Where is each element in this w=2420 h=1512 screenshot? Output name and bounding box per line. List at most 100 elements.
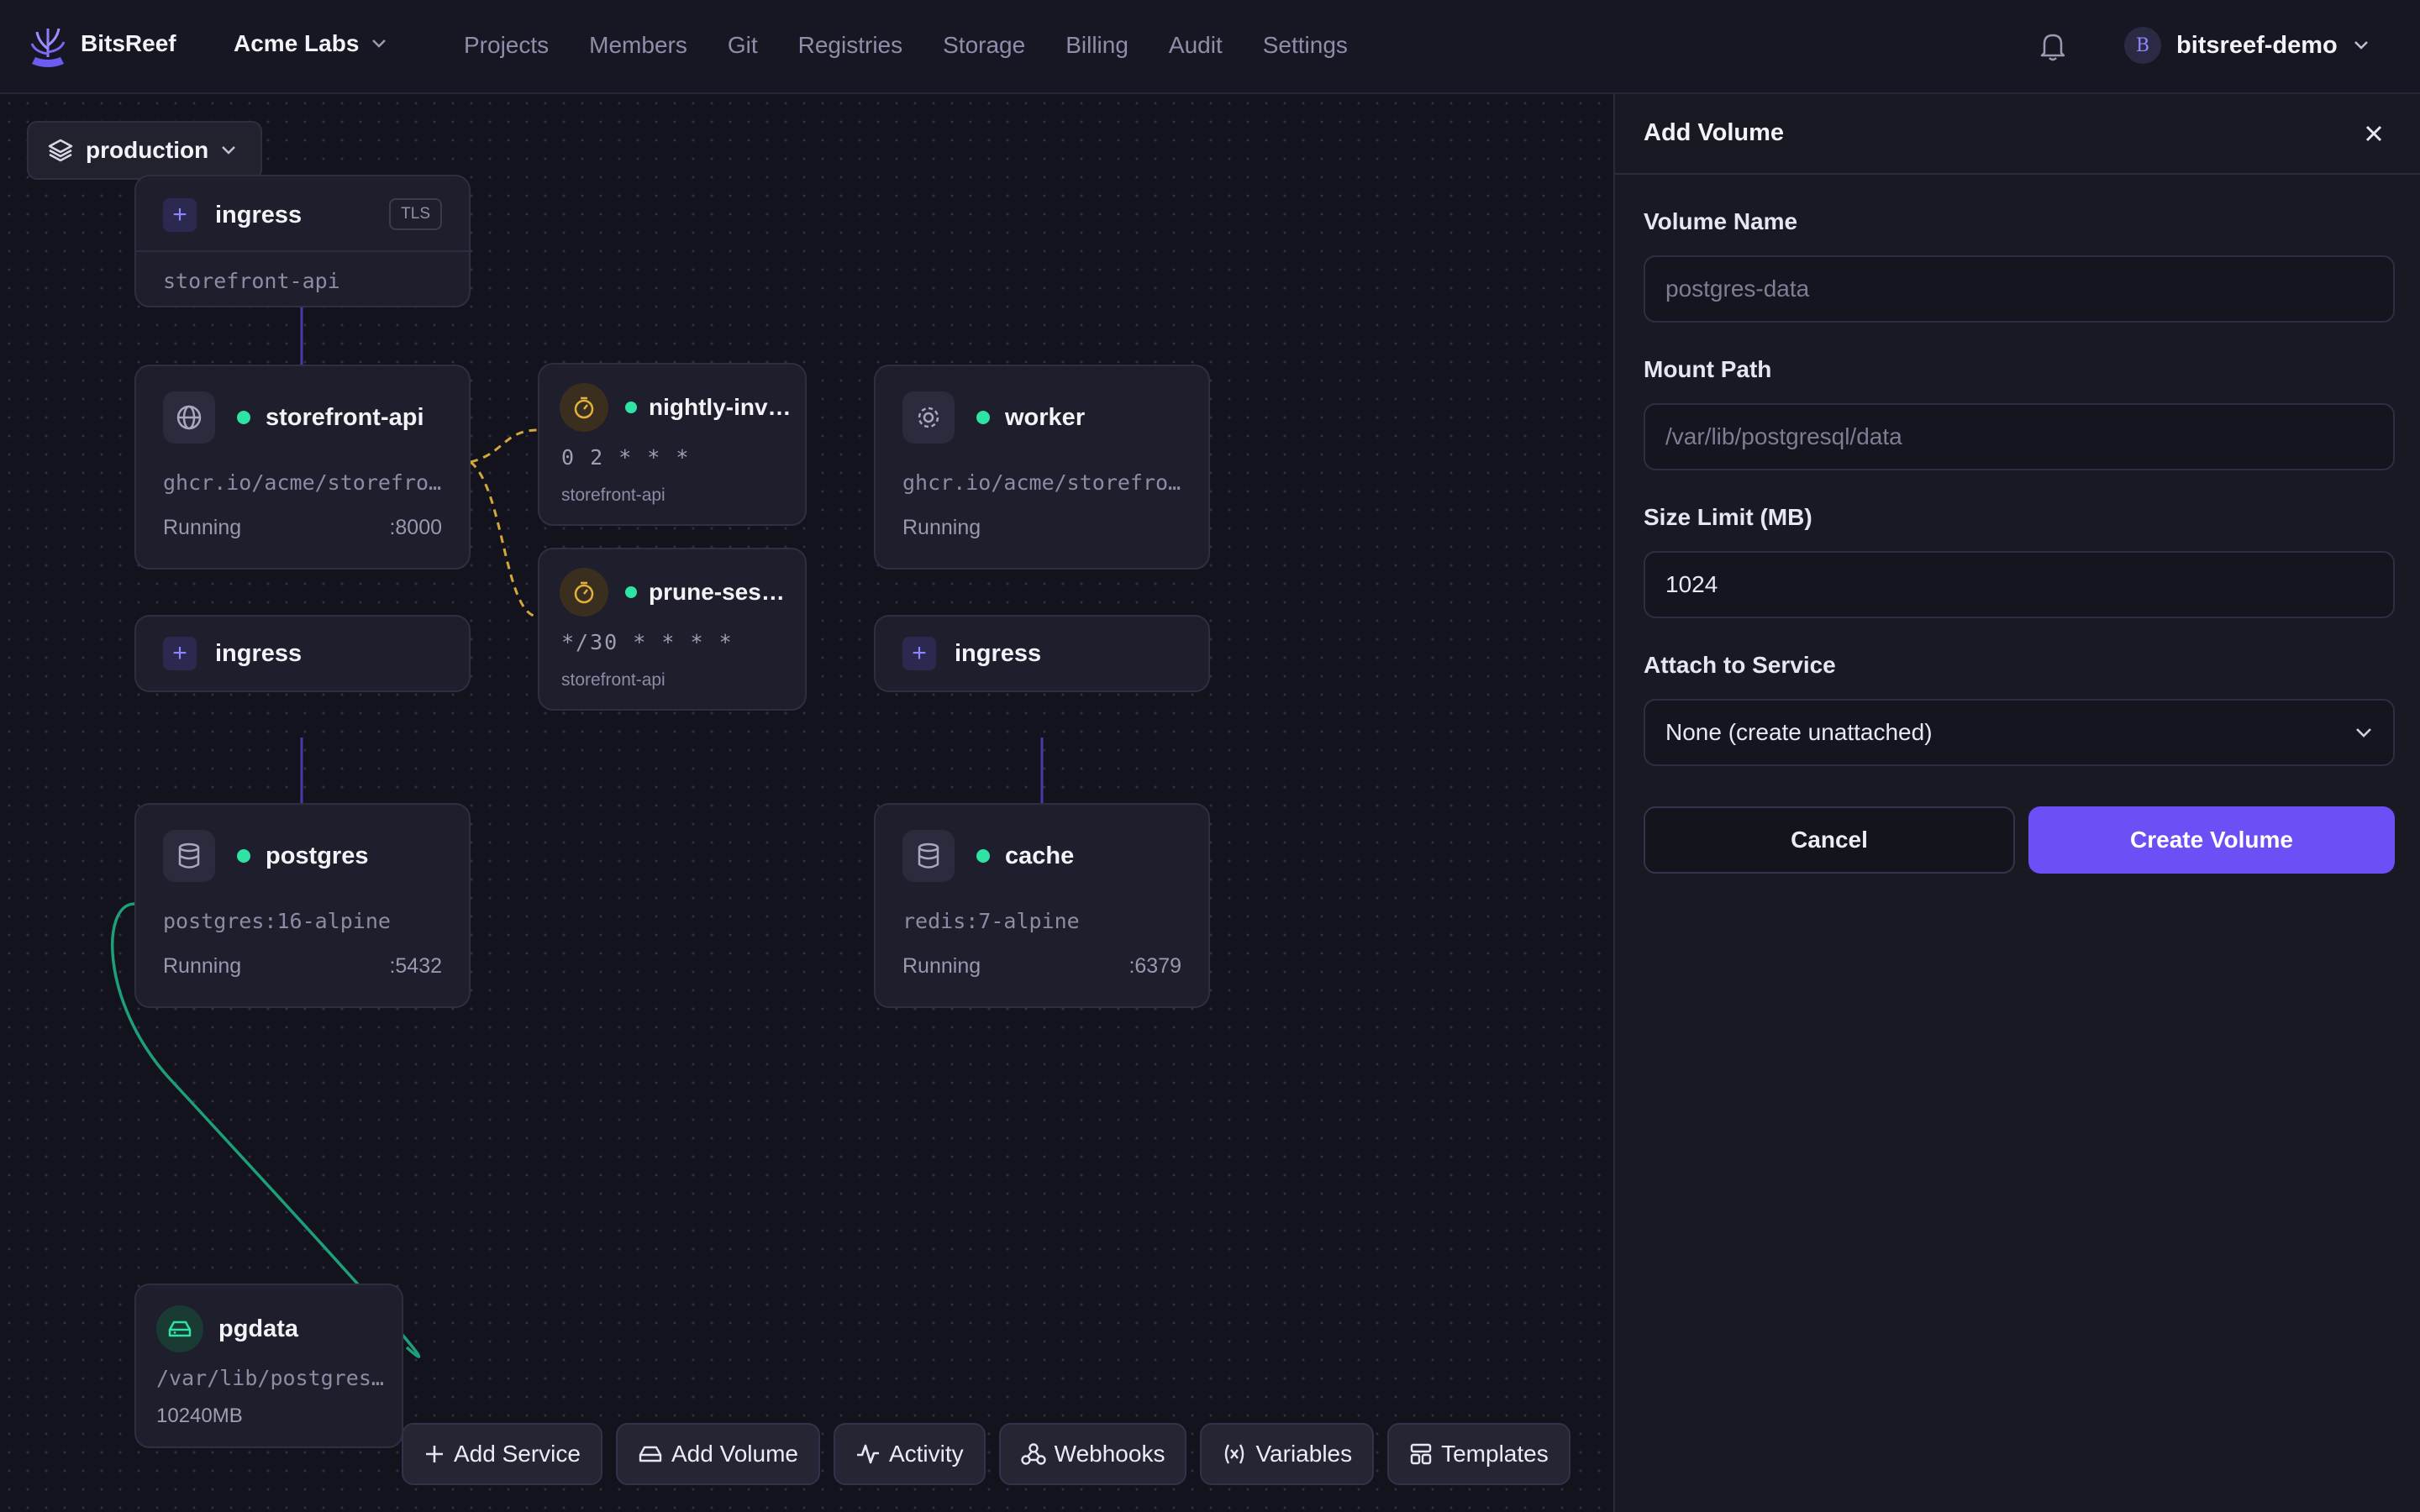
brand-name[interactable]: BitsReef <box>81 30 176 57</box>
add-service-button[interactable]: Add Service <box>402 1423 602 1485</box>
volume-name-input[interactable]: postgres-data <box>1644 255 2395 323</box>
avatar: B <box>2124 27 2161 64</box>
volume-name: pgdata <box>218 1315 299 1342</box>
top-navigation-bar: BitsReef Acme Labs Projects Members Git … <box>0 0 2420 94</box>
cancel-button[interactable]: Cancel <box>1644 806 2015 874</box>
status-dot <box>625 586 637 598</box>
webhook-icon <box>1020 1443 1046 1465</box>
plus-icon: + <box>163 637 197 670</box>
org-switcher[interactable]: Acme Labs <box>234 30 387 57</box>
chevron-down-icon <box>222 146 236 155</box>
stopwatch-icon <box>560 383 608 432</box>
nav-registries[interactable]: Registries <box>798 32 902 59</box>
main-nav: Projects Members Git Registries Storage … <box>464 32 1388 59</box>
status-dot <box>976 849 990 863</box>
mount-path-input[interactable]: /var/lib/postgresql/data <box>1644 403 2395 470</box>
layers-icon <box>48 139 73 162</box>
hard-drive-icon <box>156 1305 203 1352</box>
create-volume-button[interactable]: Create Volume <box>2028 806 2395 874</box>
service-image: ghcr.io/acme/storefro… <box>902 470 1181 495</box>
size-limit-label: Size Limit (MB) <box>1644 504 1812 530</box>
layout-template-icon <box>1410 1443 1432 1465</box>
service-status: Running <box>163 954 242 978</box>
variable-icon <box>1225 1444 1244 1464</box>
nav-audit[interactable]: Audit <box>1169 32 1223 59</box>
plus-icon: + <box>163 198 197 232</box>
attach-service-label: Attach to Service <box>1644 652 1836 678</box>
nav-storage[interactable]: Storage <box>943 32 1025 59</box>
plus-icon <box>426 1446 443 1462</box>
chevron-down-icon <box>2354 41 2368 50</box>
wire-cron-nightly <box>470 428 539 464</box>
service-name: postgres <box>266 842 369 869</box>
webhooks-button[interactable]: Webhooks <box>998 1423 1187 1485</box>
cron-card-nightly[interactable]: nightly-inv… 0 2 * * * storefront-api <box>538 363 807 526</box>
close-icon[interactable] <box>2360 119 2388 148</box>
plus-icon: + <box>902 637 936 670</box>
cron-schedule: */30 * * * * <box>561 630 734 654</box>
add-volume-panel: Add Volume Volume Name postgres-data Mou… <box>1613 94 2420 1512</box>
size-limit-input[interactable]: 1024 <box>1644 551 2395 618</box>
service-card-postgres[interactable]: postgres postgres:16-alpine Running :543… <box>134 803 471 1008</box>
ingress-target: storefront-api <box>163 269 340 293</box>
canvas-toolbar: Add Service Add Volume Activity Webhooks… <box>402 1423 1570 1485</box>
cron-card-prune[interactable]: prune-ses… */30 * * * * storefront-api <box>538 548 807 711</box>
database-icon <box>163 830 215 882</box>
nav-members[interactable]: Members <box>589 32 687 59</box>
cron-name: prune-ses… <box>649 579 785 605</box>
activity-button[interactable]: Activity <box>833 1423 986 1485</box>
user-menu[interactable]: B bitsreef-demo <box>2124 27 2370 64</box>
ingress-card-postgres[interactable]: + ingress <box>134 615 471 692</box>
cron-service: storefront-api <box>561 670 666 690</box>
status-dot <box>237 411 250 424</box>
stopwatch-icon <box>560 568 608 617</box>
ingress-label: ingress <box>215 639 302 667</box>
add-service-label: Add Service <box>454 1441 581 1467</box>
nav-billing[interactable]: Billing <box>1065 32 1128 59</box>
status-dot <box>625 402 637 413</box>
add-volume-button[interactable]: Add Volume <box>615 1423 820 1485</box>
mount-path-label: Mount Path <box>1644 356 1772 382</box>
webhooks-label: Webhooks <box>1054 1441 1165 1467</box>
service-card-worker[interactable]: worker ghcr.io/acme/storefro… Running <box>874 365 1210 570</box>
nav-git[interactable]: Git <box>728 32 758 59</box>
service-name: storefront-api <box>266 403 424 431</box>
cron-schedule: 0 2 * * * <box>561 445 691 470</box>
service-image: ghcr.io/acme/storefro… <box>163 470 442 495</box>
divider <box>136 250 469 252</box>
nav-settings[interactable]: Settings <box>1263 32 1348 59</box>
templates-label: Templates <box>1441 1441 1549 1467</box>
org-name: Acme Labs <box>234 30 360 56</box>
attach-service-select[interactable]: None (create unattached) <box>1644 699 2395 766</box>
activity-label: Activity <box>888 1441 964 1467</box>
volume-name-label: Volume Name <box>1644 208 1798 234</box>
environment-selector[interactable]: production <box>27 121 263 180</box>
panel-title: Add Volume <box>1644 119 1785 146</box>
database-icon <box>902 830 955 882</box>
gear-icon <box>902 391 955 444</box>
bitsreef-logo-icon[interactable] <box>29 24 67 69</box>
service-card-storefront-api[interactable]: storefront-api ghcr.io/acme/storefro… Ru… <box>134 365 471 570</box>
status-dot <box>237 849 250 863</box>
bell-icon[interactable] <box>2039 30 2067 62</box>
attach-service-value: None (create unattached) <box>1665 719 1933 745</box>
ingress-label: ingress <box>955 639 1042 667</box>
templates-button[interactable]: Templates <box>1387 1423 1570 1485</box>
volume-card-pgdata[interactable]: pgdata /var/lib/postgres… 10240MB <box>134 1284 403 1448</box>
ingress-card-cache[interactable]: + ingress <box>874 615 1210 692</box>
volume-path: /var/lib/postgres… <box>156 1366 384 1390</box>
ingress-label: ingress <box>215 201 302 228</box>
panel-header: Add Volume <box>1615 94 2420 175</box>
service-port: :5432 <box>389 954 442 978</box>
variables-button[interactable]: Variables <box>1200 1423 1375 1485</box>
project-canvas[interactable]: production + ingress TLS storefront-api … <box>0 94 1613 1512</box>
service-image: redis:7-alpine <box>902 909 1080 933</box>
hard-drive-icon <box>639 1446 662 1462</box>
activity-icon <box>856 1444 879 1464</box>
ingress-card-storefront[interactable]: + ingress TLS storefront-api <box>134 175 471 307</box>
nav-projects[interactable]: Projects <box>464 32 549 59</box>
tls-badge: TLS <box>389 198 442 230</box>
chevron-down-icon <box>372 39 387 48</box>
environment-name: production <box>86 137 209 163</box>
service-card-cache[interactable]: cache redis:7-alpine Running :6379 <box>874 803 1210 1008</box>
